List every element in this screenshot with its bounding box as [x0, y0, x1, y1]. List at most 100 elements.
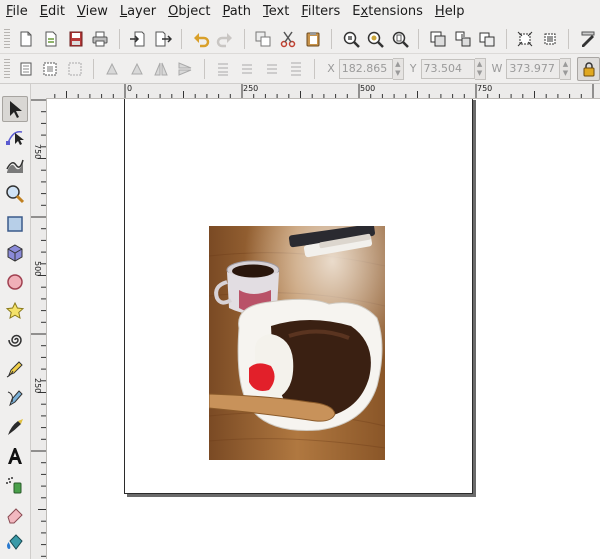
- width-input[interactable]: 373.977: [506, 58, 561, 79]
- x-label: X: [327, 62, 335, 75]
- rectangle-tool-icon: [7, 216, 23, 232]
- h-ruler-label: 500: [360, 84, 376, 93]
- import-icon: [130, 31, 145, 46]
- zoom-page-button[interactable]: [389, 27, 412, 51]
- toolbar-grip[interactable]: [4, 58, 10, 79]
- x-spinner[interactable]: ▲ ▼: [392, 57, 404, 80]
- v-ruler-label: 750: [33, 144, 42, 160]
- text-tool[interactable]: [3, 444, 27, 468]
- raise-to-top-icon: [291, 62, 302, 75]
- pencil-tool-icon: [6, 361, 23, 378]
- menu-edit[interactable]: Edit: [34, 0, 71, 24]
- cut-icon: [280, 31, 296, 47]
- vertical-ruler[interactable]: 750 500 250: [31, 98, 47, 559]
- pen-tool-icon: [7, 390, 23, 407]
- raise-icon: [266, 64, 277, 73]
- star-tool[interactable]: [3, 299, 27, 323]
- y-input[interactable]: 73.504: [420, 58, 475, 79]
- menu-filters[interactable]: Filters: [295, 0, 346, 24]
- menu-path[interactable]: Path: [216, 0, 257, 24]
- calligraphy-tool-icon: [8, 419, 23, 435]
- menu-extensions[interactable]: Extensions: [346, 0, 429, 24]
- menu-layer[interactable]: Layer: [114, 0, 162, 24]
- clone-button[interactable]: [476, 27, 499, 51]
- save-button[interactable]: [64, 27, 87, 51]
- raise-to-top-button[interactable]: [285, 57, 307, 81]
- h-ruler-label: 0: [127, 84, 133, 93]
- xml-editor-button[interactable]: [576, 27, 599, 51]
- select-all-layers-button[interactable]: [39, 57, 61, 81]
- eraser-tool[interactable]: [3, 502, 27, 526]
- deselect-button[interactable]: [63, 57, 85, 81]
- import-button[interactable]: [127, 27, 150, 51]
- open-icon: [45, 31, 57, 46]
- toolbar-grip[interactable]: [4, 28, 10, 49]
- pencil-tool[interactable]: [3, 357, 27, 381]
- menu-text[interactable]: Text: [257, 0, 295, 24]
- print-button[interactable]: [89, 27, 112, 51]
- width-spinner[interactable]: ▲ ▼: [560, 57, 572, 80]
- 3d-box-tool[interactable]: [3, 241, 27, 265]
- select-all-button[interactable]: [15, 57, 37, 81]
- new-document-button[interactable]: [15, 27, 38, 51]
- rectangle-tool[interactable]: [3, 212, 27, 236]
- node-tool[interactable]: [3, 125, 27, 149]
- bucket-tool[interactable]: [3, 531, 27, 555]
- toolbar-separator: [314, 58, 316, 79]
- zoom-drawing-button[interactable]: [364, 27, 387, 51]
- spray-tool[interactable]: [3, 473, 27, 497]
- selector-tool-icon: [10, 101, 22, 118]
- duplicate-icon: [255, 31, 271, 46]
- group-button[interactable]: [426, 27, 449, 51]
- lower-to-bottom-button[interactable]: [212, 57, 234, 81]
- pen-tool[interactable]: [3, 386, 27, 410]
- deselect-icon: [68, 62, 82, 75]
- h-ruler-label: 250: [243, 84, 259, 93]
- spiral-tool[interactable]: [3, 328, 27, 352]
- menu-help[interactable]: Help: [429, 0, 471, 24]
- rotate-ccw-button[interactable]: [101, 57, 123, 81]
- raise-button[interactable]: [260, 57, 282, 81]
- selector-tool[interactable]: [2, 96, 28, 122]
- horizontal-ruler[interactable]: 0 250 500 750: [47, 84, 600, 99]
- undo-button[interactable]: [189, 27, 212, 51]
- ellipse-tool[interactable]: [3, 270, 27, 294]
- menu-file[interactable]: File: [0, 0, 34, 24]
- chevron-down-icon: ▼: [476, 68, 483, 77]
- y-label: Y: [409, 62, 417, 75]
- chevron-up-icon: ▲: [562, 59, 569, 68]
- duplicate-button[interactable]: [252, 27, 275, 51]
- new-document-icon: [20, 31, 32, 46]
- tweak-tool[interactable]: [3, 153, 27, 177]
- flip-vertical-button[interactable]: [174, 57, 196, 81]
- y-spinner[interactable]: ▲ ▼: [474, 57, 486, 80]
- paste-button[interactable]: [301, 27, 324, 51]
- menu-view[interactable]: View: [71, 0, 114, 24]
- select-all-icon: [20, 62, 32, 75]
- toolbar-separator: [203, 58, 205, 79]
- open-button[interactable]: [39, 27, 62, 51]
- select-all-layers-icon: [43, 62, 57, 75]
- flip-horizontal-button[interactable]: [150, 57, 172, 81]
- zoom-tool[interactable]: [3, 182, 27, 206]
- canvas[interactable]: [47, 99, 600, 559]
- export-button[interactable]: [152, 27, 175, 51]
- zoom-selection-button[interactable]: [339, 27, 362, 51]
- rotate-ccw-icon: [106, 62, 118, 74]
- cut-button[interactable]: [277, 27, 300, 51]
- lock-proportions-button[interactable]: [577, 56, 600, 81]
- x-input[interactable]: 182.865: [338, 58, 393, 79]
- x-coordinate-control: X 182.865 ▲ ▼: [321, 57, 404, 80]
- menu-bar: File Edit View Layer Object Path Text Fi…: [0, 0, 600, 24]
- transform-button[interactable]: [514, 27, 537, 51]
- redo-button[interactable]: [214, 27, 237, 51]
- calligraphy-tool[interactable]: [3, 415, 27, 439]
- rotate-cw-button[interactable]: [125, 57, 147, 81]
- menu-object[interactable]: Object: [162, 0, 216, 24]
- ungroup-button[interactable]: [451, 27, 474, 51]
- width-control: W 373.977 ▲ ▼: [486, 57, 572, 80]
- curry-photo[interactable]: [209, 226, 385, 460]
- align-button[interactable]: [538, 27, 561, 51]
- lower-to-bottom-icon: [217, 63, 228, 75]
- lower-button[interactable]: [236, 57, 258, 81]
